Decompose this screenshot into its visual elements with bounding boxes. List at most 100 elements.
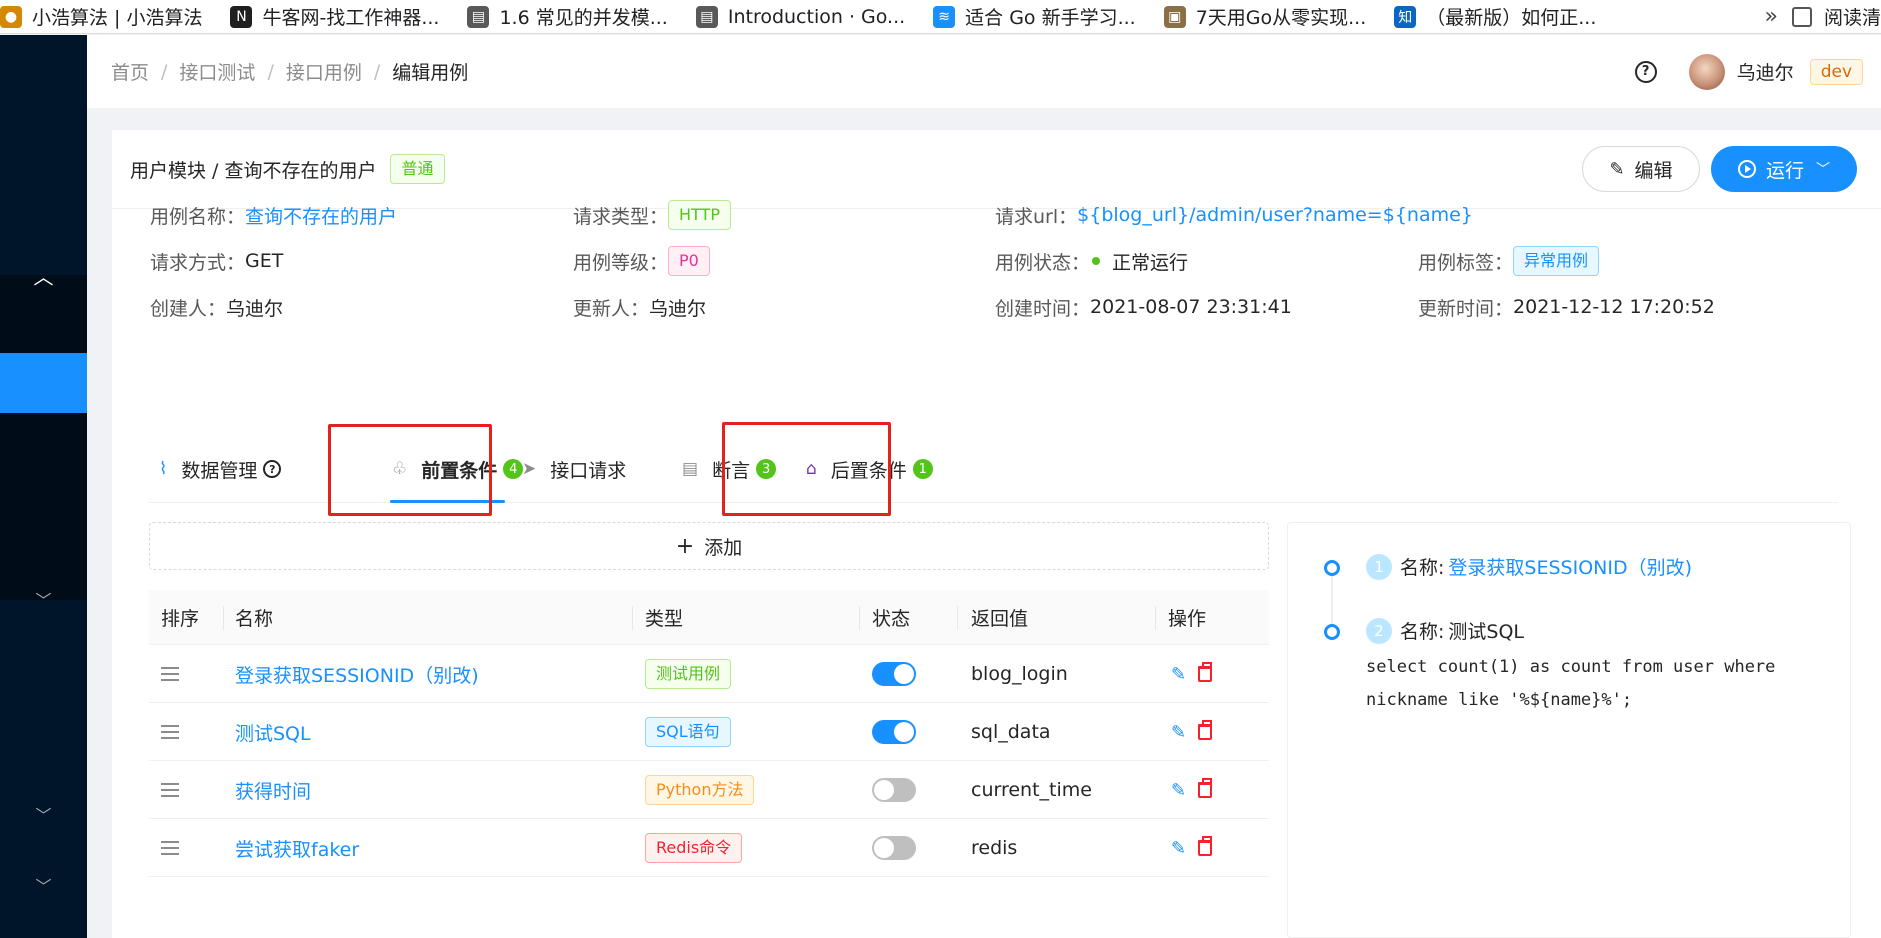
username[interactable]: 乌迪尔	[1737, 58, 1794, 85]
chevron-down-icon[interactable]: ﹀	[0, 587, 87, 611]
chevron-down-icon[interactable]: ﹀	[0, 873, 87, 897]
highlight-box	[722, 422, 891, 516]
preconditions-table: 排序 名称 类型 状态 返回值 操作 登录获取SESSIONID（别改) 测试用…	[149, 590, 1269, 877]
timeline-dot	[1324, 560, 1340, 576]
info-row-3: 创建人： 乌迪尔 更新人： 乌迪尔 创建时间： 2021-08-07 23:31:41…	[112, 292, 1881, 322]
breadcrumb-api-test[interactable]: 接口测试	[179, 58, 255, 85]
bookmark-1[interactable]: N 牛客网-找工作神器...	[230, 3, 439, 30]
edit-icon[interactable]: ✎	[1171, 838, 1186, 859]
request-url-value[interactable]: ${blog_url}/admin/user?name=${name}	[1077, 204, 1473, 226]
drag-handle-icon[interactable]	[161, 703, 179, 761]
send-icon: ➤	[522, 459, 537, 479]
request-method-value: GET	[245, 250, 284, 272]
bookmark-6[interactable]: 知（最新版）如何正...	[1394, 3, 1596, 30]
breadcrumb: 首页 / 接口测试 / 接口用例 / 编辑用例	[111, 58, 468, 85]
play-icon	[1737, 160, 1756, 178]
drag-handle-icon[interactable]	[161, 645, 179, 703]
help-icon[interactable]: ?	[1634, 60, 1657, 83]
book-icon: ▤	[467, 5, 490, 28]
return-value: redis	[971, 837, 1018, 859]
edit-icon[interactable]: ✎	[1171, 780, 1186, 801]
step-number: 2	[1366, 617, 1392, 644]
timeline-item: 2 名称: 测试SQL	[1366, 617, 1524, 644]
sql-snippet: select count(1) as count from user where…	[1366, 657, 1776, 710]
case-status-value: 正常运行	[1112, 251, 1189, 274]
drag-handle-icon[interactable]	[161, 761, 179, 819]
count-badge: 1	[912, 459, 933, 479]
bookmark-0[interactable]: ● 小浩算法 | 小浩算法	[0, 3, 202, 30]
file-icon: ▤	[682, 459, 699, 479]
env-tag: dev	[1809, 58, 1863, 85]
book-icon: ▤	[695, 5, 718, 28]
breadcrumb-home[interactable]: 首页	[111, 58, 149, 85]
chevron-down-icon[interactable]: ﹀	[0, 802, 87, 826]
layers-icon: ≋	[933, 5, 956, 28]
column-header: 返回值	[971, 608, 1029, 630]
edit-icon[interactable]: ✎	[1171, 664, 1186, 685]
type-tag: Python方法	[645, 775, 755, 805]
chevron-up-icon[interactable]: ︿	[0, 230, 87, 320]
edit-icon[interactable]: ✎	[1171, 722, 1186, 743]
row-name-link[interactable]: 测试SQL	[235, 703, 311, 761]
help-icon[interactable]: ?	[263, 460, 282, 478]
case-name-value[interactable]: 查询不存在的用户	[245, 202, 397, 229]
delete-icon[interactable]	[1198, 662, 1213, 682]
row-name-link[interactable]: 登录获取SESSIONID（别改)	[235, 645, 479, 703]
info-row-2: 请求方式： GET 用例等级： P0 用例状态： 正常运行 用例标签： 异常用例	[112, 246, 1881, 276]
case-card: 用户模块 / 查询不存在的用户 普通 ✎ 编辑 运行 ﹀ 用例名称： 查询不存在的用户…	[112, 130, 1881, 938]
status-toggle[interactable]	[872, 836, 916, 860]
table-row: 获得时间 Python方法 current_time ✎	[149, 761, 1269, 819]
bookmark-3[interactable]: ▤ Introduction · Go...	[695, 5, 905, 28]
return-value: blog_login	[971, 663, 1068, 685]
timeline-item: 1 名称: 登录获取SESSIONID（别改)	[1366, 553, 1692, 580]
type-tag: 测试用例	[645, 659, 732, 689]
table-row: 登录获取SESSIONID（别改) 测试用例 blog_login ✎	[149, 645, 1269, 703]
bookmark-5[interactable]: ▣ 7天用Go从零实现...	[1163, 3, 1366, 30]
reading-list-button[interactable]: 阅读清	[1791, 3, 1881, 30]
chevron-down-icon: ﹀	[1816, 162, 1830, 178]
add-button[interactable]: + 添加	[149, 522, 1269, 570]
bookmarks-more-button[interactable]: »	[1765, 4, 1778, 29]
highlight-box	[328, 424, 492, 516]
avatar[interactable]	[1688, 53, 1725, 90]
run-button[interactable]: 运行 ﹀	[1711, 146, 1857, 192]
delete-icon[interactable]	[1198, 836, 1213, 856]
timeline-item-link[interactable]: 登录获取SESSIONID（别改)	[1448, 553, 1692, 580]
column-header: 名称	[235, 608, 274, 630]
tab-api-request[interactable]: ➤ 接口请求	[522, 435, 626, 503]
return-value: sql_data	[971, 721, 1051, 743]
row-name-link[interactable]: 尝试获取faker	[235, 819, 359, 877]
table-row: 测试SQL SQL语句 sql_data ✎	[149, 703, 1269, 761]
updater-value: 乌迪尔	[649, 297, 707, 320]
table-header: 排序 名称 类型 状态 返回值 操作	[149, 590, 1269, 645]
return-value: current_time	[971, 779, 1092, 801]
zhihu-icon: 知	[1394, 5, 1417, 28]
timeline-item-name: 测试SQL	[1448, 621, 1525, 643]
updated-time-value: 2021-12-12 17:20:52	[1513, 296, 1715, 318]
status-toggle[interactable]	[872, 662, 916, 686]
status-toggle[interactable]	[872, 720, 916, 744]
column-header: 操作	[1168, 608, 1207, 630]
bookmark-icon: ●	[0, 5, 22, 28]
case-level-tag: 普通	[390, 154, 445, 184]
bookmark-icon: ▣	[1163, 5, 1186, 28]
status-toggle[interactable]	[872, 778, 916, 802]
bookmark-2[interactable]: ▤ 1.6 常见的并发模...	[467, 3, 668, 30]
column-header: 排序	[161, 608, 200, 630]
row-name-link[interactable]: 获得时间	[235, 761, 311, 819]
created-time-value: 2021-08-07 23:31:41	[1090, 296, 1292, 318]
delete-icon[interactable]	[1198, 720, 1213, 740]
delete-icon[interactable]	[1198, 778, 1213, 798]
breadcrumb-current: 编辑用例	[392, 62, 469, 84]
pencil-icon: ✎	[1609, 158, 1625, 180]
tab-data-management[interactable]: ⌇ 数据管理?	[159, 435, 282, 503]
bookmark-4[interactable]: ≋ 适合 Go 新手学习...	[933, 3, 1136, 30]
timeline-dot	[1324, 624, 1340, 640]
sidebar-submenu	[0, 275, 87, 600]
sidebar-item-active[interactable]	[0, 353, 87, 413]
sidebar: ︿ ﹀ ﹀ ﹀	[0, 35, 87, 938]
breadcrumb-test-cases[interactable]: 接口用例	[286, 58, 362, 85]
creator-value: 乌迪尔	[226, 297, 284, 320]
drag-handle-icon[interactable]	[161, 819, 179, 877]
edit-button[interactable]: ✎ 编辑	[1582, 146, 1700, 192]
